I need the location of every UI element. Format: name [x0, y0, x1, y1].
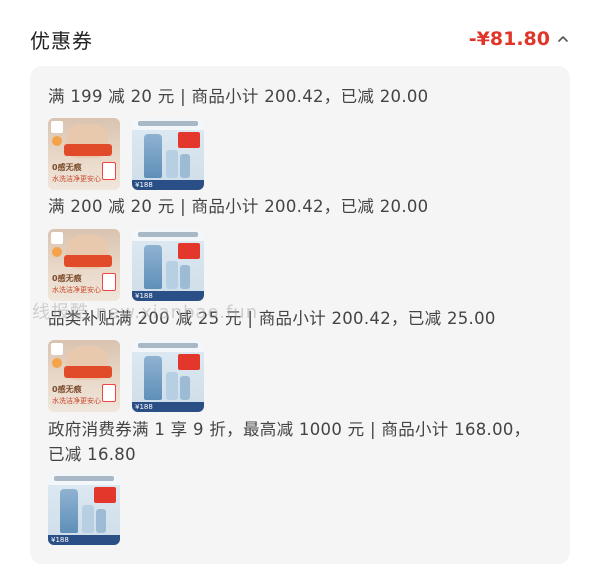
coupon-description: 满 199 减 20 元 | 商品小计 200.42，已减 20.00 — [48, 87, 429, 106]
discount-total: -¥81.80 — [468, 28, 550, 50]
product-thumb-shampoo[interactable]: ¥188 — [48, 473, 120, 545]
coupon-product-thumbs: ¥188 — [48, 473, 120, 545]
coupon-list-card: 满 199 减 20 元 | 商品小计 200.42，已减 20.00 0感无痕… — [30, 66, 570, 564]
section-title: 优惠券 — [30, 28, 93, 53]
coupon-product-thumbs: 0感无痕 水洗洁净更安心 ¥188 — [48, 229, 204, 301]
coupon-product-thumbs: 0感无痕 水洗洁净更安心 ¥188 — [48, 118, 204, 190]
coupon-header: 优惠券 -¥81.80 — [30, 22, 570, 56]
collapse-toggle[interactable]: -¥81.80 — [469, 28, 570, 50]
coupon-product-thumbs: 0感无痕 水洗洁净更安心 ¥188 — [48, 340, 204, 412]
coupon-description: 政府消费券满 1 享 9 折，最高减 1000 元 | 商品小计 168.00，… — [48, 420, 531, 464]
coupon-description: 品类补贴满 200 减 25 元 | 商品小计 200.42，已减 25.00 — [48, 309, 496, 328]
coupon-description: 满 200 减 20 元 | 商品小计 200.42，已减 20.00 — [48, 197, 429, 216]
product-thumb-underwear[interactable]: 0感无痕 水洗洁净更安心 — [48, 340, 120, 412]
product-thumb-underwear[interactable]: 0感无痕 水洗洁净更安心 — [48, 229, 120, 301]
product-thumb-shampoo[interactable]: ¥188 — [132, 340, 204, 412]
product-thumb-underwear[interactable]: 0感无痕 水洗洁净更安心 — [48, 118, 120, 190]
product-thumb-shampoo[interactable]: ¥188 — [132, 229, 204, 301]
chevron-up-icon — [558, 36, 568, 42]
product-thumb-shampoo[interactable]: ¥188 — [132, 118, 204, 190]
